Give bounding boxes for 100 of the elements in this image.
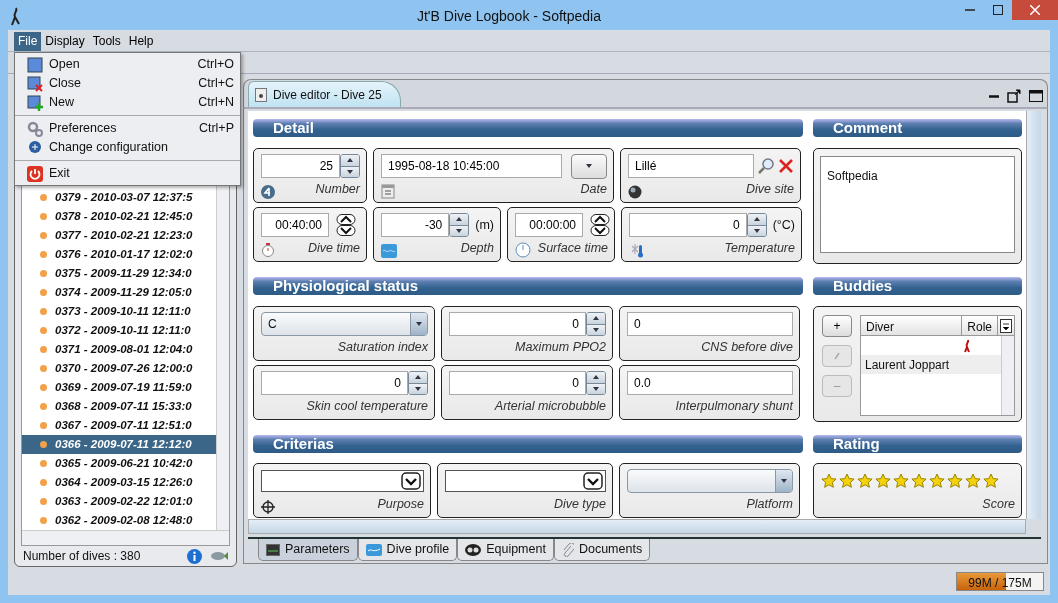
- dropdown-button[interactable]: [571, 153, 607, 179]
- chevron-up-button[interactable]: [590, 214, 610, 225]
- field-label: Dive site: [746, 181, 794, 199]
- bullet-icon: [40, 479, 47, 486]
- date-field[interactable]: 1995-08-18 10:45:00: [381, 154, 562, 178]
- editor-tab[interactable]: Dive editor - Dive 25: [248, 81, 401, 107]
- field-label: Surface time: [537, 240, 608, 258]
- combo-field[interactable]: [445, 470, 606, 492]
- dive-list-item[interactable]: 0371 - 2009-08-01 12:04:0: [22, 340, 216, 359]
- spin-up-button[interactable]: [341, 155, 359, 166]
- dive-list-item[interactable]: 0376 - 2010-01-17 12:02:0: [22, 245, 216, 264]
- fish-icon[interactable]: [210, 550, 228, 562]
- number-field[interactable]: 25: [261, 154, 340, 178]
- comment-text: Softpedia: [827, 169, 878, 183]
- time-field[interactable]: 00:40:00: [261, 213, 329, 237]
- field-label: CNS before dive: [701, 339, 793, 357]
- bullet-icon: [40, 422, 47, 429]
- shortcut-label: Ctrl+P: [198, 120, 234, 138]
- dive-list-item[interactable]: 0362 - 2009-02-08 12:48:0: [22, 511, 216, 530]
- tab[interactable]: Documents: [553, 539, 651, 561]
- number-field[interactable]: 0: [261, 371, 408, 395]
- vertical-scrollbar[interactable]: [1001, 336, 1014, 415]
- field-label: Dive type: [553, 496, 606, 514]
- dive-list-item[interactable]: 0375 - 2009-11-29 12:34:0: [22, 264, 216, 283]
- dive-list-item[interactable]: 0364 - 2009-03-15 12:26:0: [22, 473, 216, 492]
- star-icon: [857, 473, 873, 489]
- dive-list-item[interactable]: 0366 - 2009-07-11 12:12:0: [22, 435, 216, 454]
- close-button[interactable]: [1012, 0, 1058, 20]
- minimize-icon[interactable]: [989, 94, 999, 98]
- spin-up-button[interactable]: [587, 372, 605, 383]
- bullet-icon: [40, 251, 47, 258]
- menu-item[interactable]: Exit: [15, 164, 240, 183]
- up-arrow-icon: [752, 216, 761, 223]
- vertical-scrollbar[interactable]: [1026, 111, 1041, 519]
- bullet-icon: [40, 232, 47, 239]
- field-label: Arterial microbubble: [494, 398, 606, 416]
- chevron-down-button[interactable]: [590, 225, 610, 236]
- tab[interactable]: Dive profile: [357, 539, 458, 561]
- section-header: Rating: [813, 435, 1022, 453]
- column-menu-icon[interactable]: [1000, 319, 1012, 333]
- dive-list-item[interactable]: 0374 - 2009-11-29 12:05:0: [22, 283, 216, 302]
- time-field[interactable]: 00:00:00: [515, 213, 583, 237]
- menu-item[interactable]: Close Ctrl+C: [15, 74, 240, 93]
- star-icon: [911, 473, 927, 489]
- info-icon[interactable]: [187, 548, 202, 564]
- maximize-icon[interactable]: [1029, 90, 1043, 102]
- dive-list-item[interactable]: 0370 - 2009-07-26 12:00:0: [22, 359, 216, 378]
- menu-item[interactable]: Display: [41, 32, 89, 51]
- number-field[interactable]: 0: [449, 371, 586, 395]
- menu-item[interactable]: Open Ctrl+O: [15, 55, 240, 74]
- number-field[interactable]: -30: [381, 213, 450, 237]
- detach-icon[interactable]: [1007, 89, 1021, 103]
- section-header: Physiological status: [253, 277, 803, 295]
- dropdown[interactable]: [627, 469, 793, 493]
- dive-list-item[interactable]: 0373 - 2009-10-11 12:11:0: [22, 302, 216, 321]
- horizontal-scrollbar[interactable]: [22, 530, 229, 545]
- spin-up-button[interactable]: [587, 313, 605, 324]
- dive-list-item[interactable]: 0367 - 2009-07-11 12:51:0: [22, 416, 216, 435]
- dive-list-item[interactable]: 0369 - 2009-07-19 11:59:0: [22, 378, 216, 397]
- text-field[interactable]: 0.0: [627, 371, 793, 395]
- dropdown[interactable]: C: [261, 312, 428, 336]
- power-icon: [27, 165, 43, 182]
- dive-list-item[interactable]: 0379 - 2010-03-07 12:37:5: [22, 188, 216, 207]
- dive-list-item[interactable]: 0365 - 2009-06-21 10:42:0: [22, 454, 216, 473]
- menu-item[interactable]: Tools: [88, 32, 125, 51]
- chevron-down-button[interactable]: [336, 225, 356, 236]
- tab[interactable]: Parameters: [258, 539, 358, 561]
- field-label: Temperature: [724, 240, 795, 258]
- clock-icon: [515, 242, 531, 258]
- horizontal-scrollbar[interactable]: [248, 519, 1026, 534]
- dive-list-item[interactable]: 0368 - 2009-07-11 15:33:0: [22, 397, 216, 416]
- star-icon: [821, 473, 837, 489]
- dive-list-item[interactable]: 0378 - 2010-02-21 12:45:0: [22, 207, 216, 226]
- text-field[interactable]: Lillé: [628, 154, 754, 178]
- dive-list-item[interactable]: 0377 - 2010-02-21 12:23:0: [22, 226, 216, 245]
- menu-item[interactable]: New Ctrl+N: [15, 93, 240, 112]
- number-field[interactable]: 0: [629, 213, 747, 237]
- number-field[interactable]: 0: [449, 312, 586, 336]
- text-field[interactable]: 0: [627, 312, 793, 336]
- chevron-down-icon: [401, 472, 421, 490]
- menu-item[interactable]: Help: [124, 32, 158, 51]
- up-arrow-icon: [592, 315, 600, 322]
- search-icon[interactable]: [757, 157, 775, 175]
- field-label: Score: [982, 496, 1015, 514]
- tab[interactable]: Equipment: [457, 539, 554, 561]
- add-button[interactable]: +: [822, 315, 852, 337]
- delete-icon[interactable]: [778, 158, 794, 174]
- dive-list-item[interactable]: 0363 - 2009-02-22 12:01:0: [22, 492, 216, 511]
- comment-field[interactable]: Softpedia: [820, 156, 1015, 253]
- window-title: Jt'B Dive Logbook - Softpedia: [416, 7, 602, 26]
- menu-item[interactable]: File: [14, 32, 42, 51]
- dive-list-item[interactable]: 0372 - 2009-10-11 12:11:0: [22, 321, 216, 340]
- chevron-up-button[interactable]: [336, 214, 356, 225]
- spin-up-button[interactable]: [450, 214, 469, 225]
- field-label: Platform: [746, 496, 793, 514]
- combo-field[interactable]: [261, 470, 424, 492]
- menu-item[interactable]: Change configuration: [15, 138, 240, 157]
- spin-up-button[interactable]: [747, 214, 766, 225]
- menu-item[interactable]: Preferences Ctrl+P: [15, 119, 240, 138]
- spin-up-button[interactable]: [409, 372, 427, 383]
